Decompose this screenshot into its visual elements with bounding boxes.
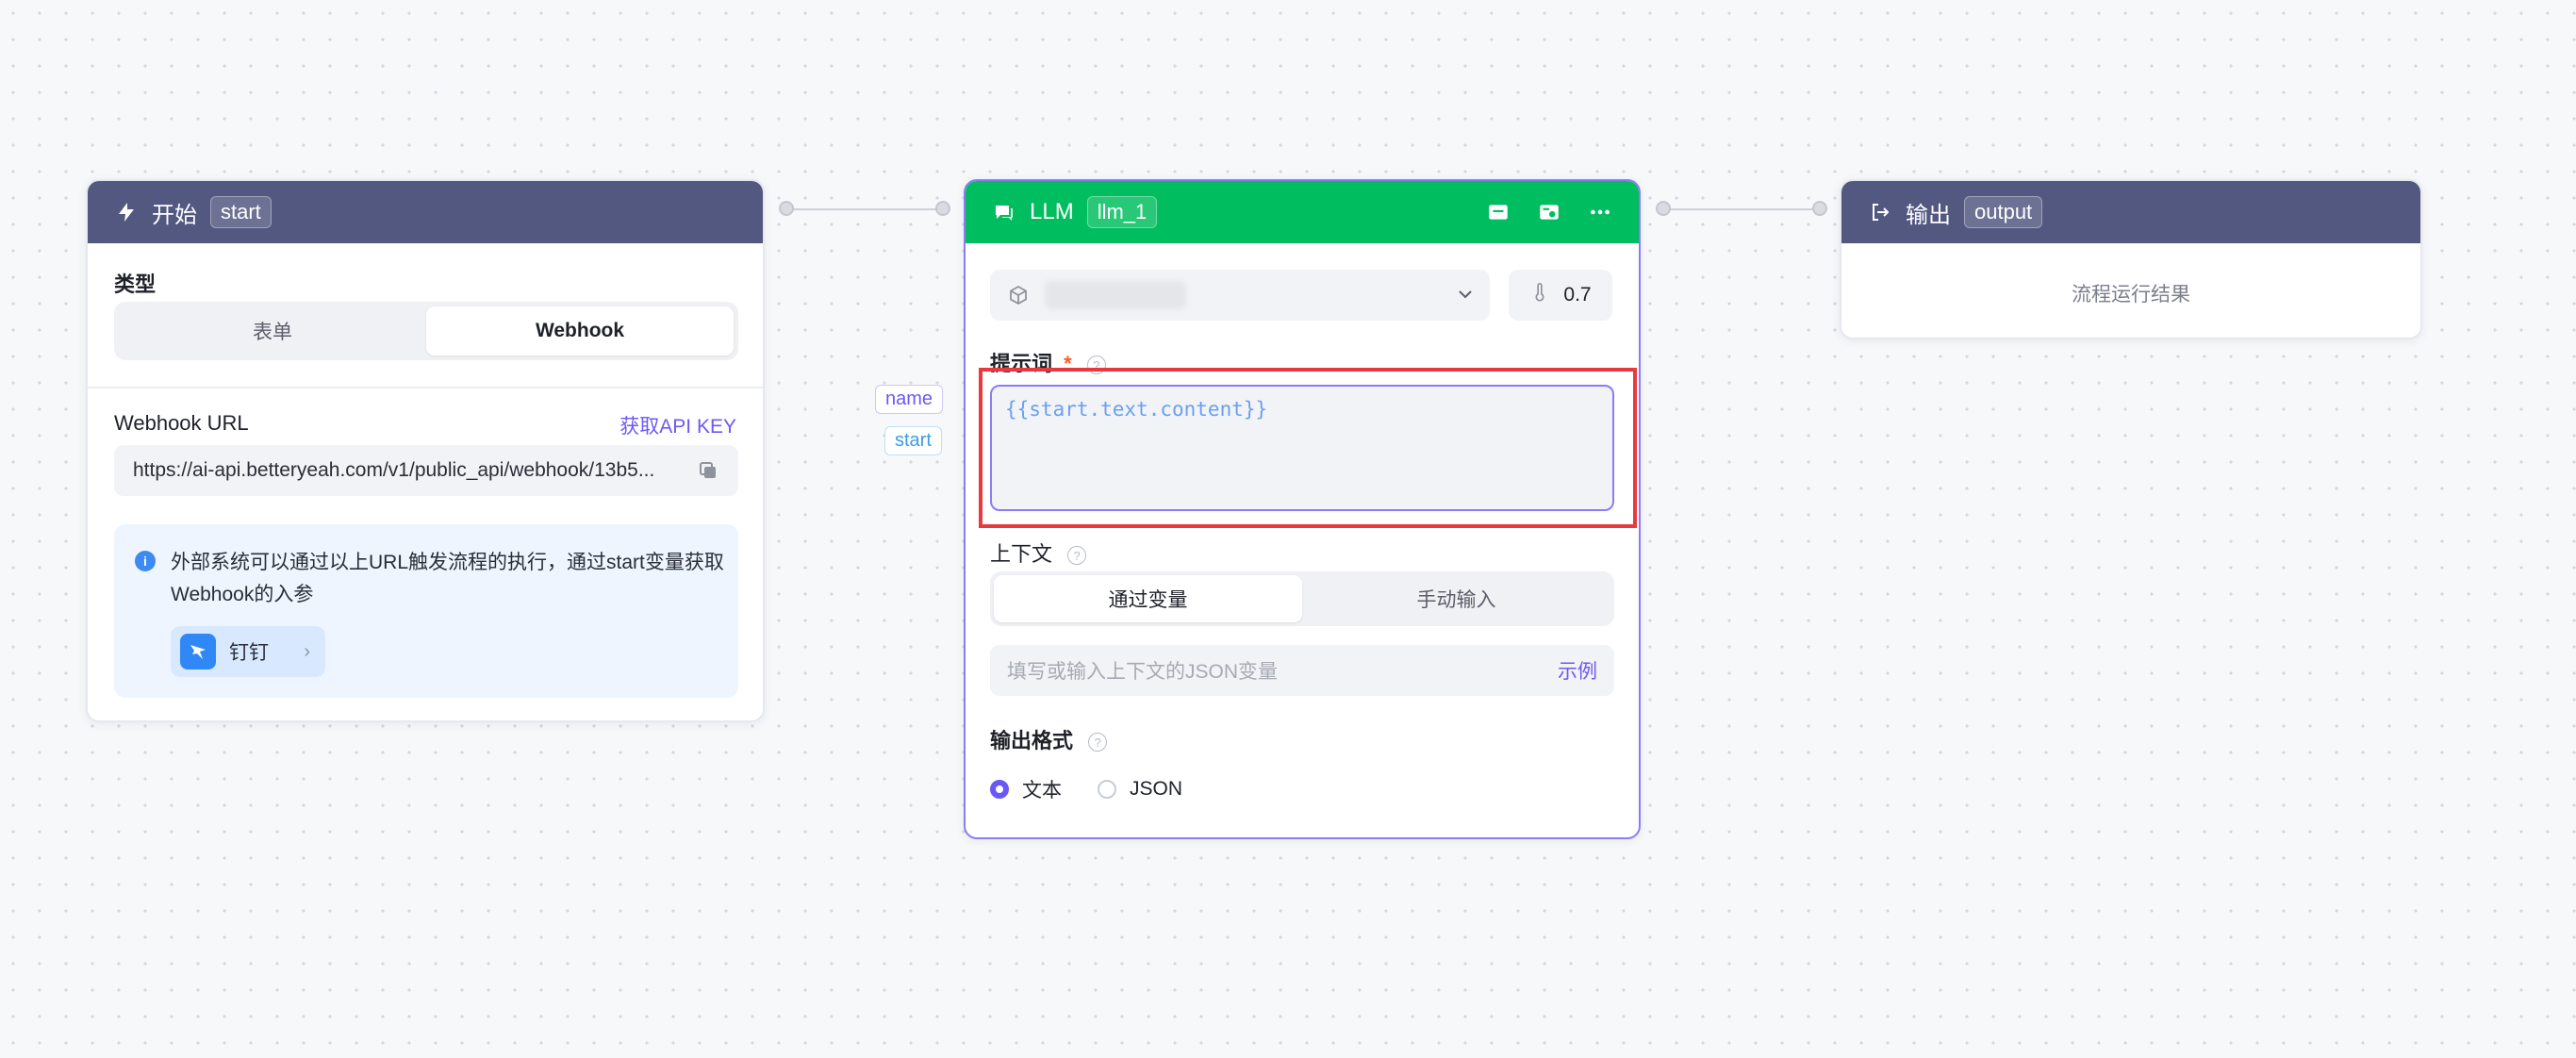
example-link[interactable]: 示例 [1558,656,1597,685]
llm-node-tag: llm_1 [1086,196,1158,228]
start-node[interactable]: 开始 start 类型 表单 Webhook Webhook URL 获取API… [86,179,765,722]
output-node-tag: output [1964,196,2043,228]
webhook-url-label: Webhook URL [114,411,249,435]
more-icon[interactable] [1588,200,1612,224]
variable-tag-start[interactable]: start [884,426,942,455]
radio-text[interactable] [990,780,1009,799]
output-node[interactable]: 输出 output 流程运行结果 [1840,179,2422,339]
output-format-radio-group: 文本 JSON [990,775,1182,803]
context-json-input[interactable]: 填写或输入上下文的JSON变量 示例 [990,645,1614,696]
context-label-text: 上下文 [990,542,1053,566]
info-text-line-1: 外部系统可以通过以上URL触发流程的执行，通过start变量获取 [171,552,724,573]
output-input-handle[interactable] [1812,201,1827,216]
llm-input-handle[interactable] [935,201,950,216]
copy-icon[interactable] [697,459,719,482]
radio-json[interactable] [1098,780,1116,799]
context-json-placeholder: 填写或输入上下文的JSON变量 [1007,661,1279,683]
llm-node-title: LLM [1030,199,1074,224]
webhook-info-box: i 外部系统可以通过以上URL触发流程的执行，通过start变量获取 Webho… [114,524,738,698]
model-select[interactable] [990,270,1490,321]
output-node-title: 输出 [1906,202,1951,228]
webhook-url-field[interactable]: https://ai-api.betteryeah.com/v1/public_… [114,445,738,496]
help-icon[interactable]: ? [1067,546,1087,566]
start-node-header[interactable]: 开始 start [88,181,763,243]
webhook-url-value: https://ai-api.betteryeah.com/v1/public_… [133,459,655,481]
type-label: 类型 [114,273,157,296]
prompt-textarea[interactable]: {{start.text.content}} [990,385,1614,511]
get-api-key-link[interactable]: 获取API KEY [619,411,736,439]
help-icon[interactable]: ? [1088,733,1108,752]
debug-icon[interactable] [1537,200,1561,224]
start-output-handle[interactable] [779,201,794,216]
temperature-control[interactable]: 0.7 [1509,270,1612,321]
context-segmented-control: 通过变量 手动输入 [990,571,1614,626]
lightning-icon [114,200,139,224]
llm-node-header[interactable]: LLM llm_1 [966,181,1639,243]
chevron-down-icon [1454,283,1477,310]
llm-node[interactable]: LLM llm_1 0.7 提示词 * ? {{start.text.conte… [964,179,1641,839]
info-icon: i [135,551,156,571]
exit-icon [1868,200,1892,224]
type-option-webhook[interactable]: Webhook [426,306,734,355]
context-option-variable[interactable]: 通过变量 [994,575,1302,622]
output-result-placeholder: 流程运行结果 [2072,284,2190,306]
context-option-manual[interactable]: 手动输入 [1302,575,1610,622]
output-format-label: 输出格式 ? [990,724,1108,754]
temperature-value: 0.7 [1563,284,1592,306]
radio-text-label: 文本 [1022,780,1062,802]
context-label: 上下文 ? [990,537,1087,568]
prompt-text: {{start.text.content}} [1005,398,1268,421]
type-option-form[interactable]: 表单 [119,306,426,355]
info-text-line-2: Webhook的入参 [171,584,314,605]
type-segmented-control: 表单 Webhook [114,302,738,360]
llm-output-handle[interactable] [1656,201,1671,216]
chat-bubble-icon [992,200,1016,224]
dingtalk-integration-button[interactable]: 钉钉 › [171,626,325,677]
dingtalk-icon [180,634,216,670]
output-node-header[interactable]: 输出 output [1841,181,2420,243]
start-node-title: 开始 [152,202,197,228]
dingtalk-label: 钉钉 [229,642,269,664]
output-format-label-text: 输出格式 [990,729,1074,752]
start-node-tag: start [210,196,272,228]
radio-json-label: JSON [1130,778,1183,800]
section-divider [88,387,763,388]
cube-icon [1007,284,1030,311]
variable-tag-name[interactable]: name [875,385,944,414]
edge-llm-output [1663,208,1820,210]
edge-start-llm [786,208,943,210]
model-name-blurred [1045,281,1186,309]
thermometer-icon [1529,282,1550,308]
chevron-right-icon: › [304,640,310,662]
comment-icon[interactable] [1486,200,1511,224]
